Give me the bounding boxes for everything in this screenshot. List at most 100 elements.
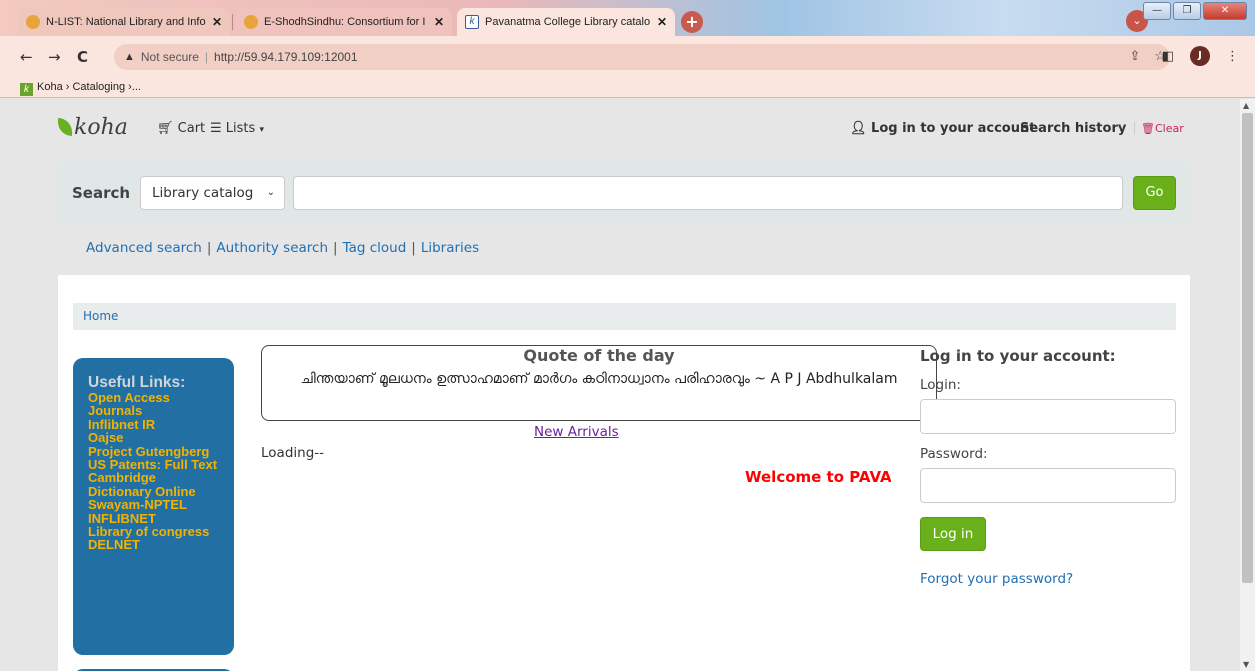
useful-link-swayam[interactable]: Swayam-NPTEL: [88, 498, 219, 512]
password-field[interactable]: [920, 468, 1176, 503]
lists-label: Lists: [225, 121, 256, 136]
useful-links-panel: Useful Links: Open Access Journals Infli…: [73, 358, 234, 655]
profile-avatar[interactable]: J: [1190, 46, 1210, 66]
cart-label: Cart: [177, 121, 206, 136]
search-input[interactable]: [293, 176, 1123, 210]
clear-history-link[interactable]: 🗑︎Clear: [1134, 122, 1184, 135]
close-tab-icon[interactable]: ✕: [212, 15, 222, 29]
eshodhsindhu-favicon-icon: [244, 15, 258, 29]
useful-link-open-access[interactable]: Open Access Journals: [88, 391, 219, 418]
omnibox[interactable]: ▲ Not secure | http://59.94.179.109:1200…: [114, 44, 1170, 70]
scroll-down-arrow-icon[interactable]: ▼: [1243, 660, 1249, 669]
koha-favicon-icon: k: [465, 15, 479, 29]
login-field[interactable]: [920, 399, 1176, 434]
welcome-marquee: Welcome to PAVA: [745, 468, 891, 486]
search-scope-value: Library catalog: [152, 185, 254, 201]
header-login-label: Log in to your account: [871, 121, 1036, 136]
side-panel-icon[interactable]: ◧: [1162, 49, 1174, 64]
tab-title: E-ShodhSindhu: Consortium for I: [264, 16, 426, 28]
browser-titlebar: N-LIST: National Library and Info ✕ E-Sh…: [0, 0, 1255, 36]
omnibox-divider: |: [204, 50, 209, 64]
close-window-icon[interactable]: ✕: [1203, 2, 1247, 20]
forgot-password-link[interactable]: Forgot your password?: [920, 571, 1176, 587]
useful-link-inflibnet-ir[interactable]: Inflibnet IR: [88, 417, 219, 431]
scroll-thumb[interactable]: [1242, 113, 1253, 583]
close-tab-icon[interactable]: ✕: [657, 15, 667, 29]
reload-icon[interactable]: C: [77, 48, 88, 66]
cart-icon: 🛒︎: [157, 121, 174, 136]
breadcrumb: Home: [73, 303, 1176, 330]
link-separator: |: [411, 240, 416, 256]
useful-link-gutenberg[interactable]: Project Gutengberg: [88, 444, 219, 458]
tab-pavanatma-active[interactable]: k Pavanatma College Library catalo ✕: [457, 8, 675, 36]
tab-title: N-LIST: National Library and Info: [46, 16, 206, 28]
opac-header: koha 🛒︎ Cart ☰ Lists ▾ 👤︎ Log in to your…: [0, 99, 1240, 159]
go-button[interactable]: Go: [1133, 176, 1176, 210]
libraries-link[interactable]: Libraries: [421, 240, 479, 256]
caret-down-icon: ▾: [259, 125, 264, 135]
useful-link-delnet[interactable]: DELNET: [88, 538, 219, 552]
tab-separator: [232, 14, 233, 30]
window-controls: — ❐ ✕: [1143, 2, 1247, 20]
loading-text: Loading--: [261, 445, 325, 461]
main-content: Home Useful Links: Open Access Journals …: [58, 275, 1190, 671]
security-status: Not secure: [140, 50, 199, 64]
tag-cloud-link[interactable]: Tag cloud: [343, 240, 407, 256]
koha-logo[interactable]: koha: [58, 115, 128, 140]
bookmark-koha[interactable]: Koha › Cataloging ›...: [37, 81, 141, 93]
tab-nlist[interactable]: N-LIST: National Library and Info ✕: [18, 8, 230, 36]
koha-bookmark-icon: k: [20, 83, 33, 96]
share-icon[interactable]: ⇪: [1129, 48, 1140, 64]
search-history-link[interactable]: Search history: [1020, 121, 1126, 136]
restore-icon[interactable]: ❐: [1173, 2, 1201, 20]
useful-link-cambridge[interactable]: Cambridge Dictionary Online: [88, 471, 219, 498]
nlist-favicon-icon: [26, 15, 40, 29]
quote-title: Quote of the day: [523, 346, 675, 365]
search-bar: Search Library catalog ⌄ Go: [58, 162, 1190, 224]
login-panel: Log in to your account: Login: Password:…: [920, 347, 1176, 587]
back-arrow-icon[interactable]: ←: [20, 48, 33, 66]
authority-search-link[interactable]: Authority search: [216, 240, 328, 256]
koha-logo-text: koha: [74, 115, 128, 140]
tab-title: Pavanatma College Library catalo: [485, 16, 651, 28]
tab-eshodhsindhu[interactable]: E-ShodhSindhu: Consortium for I ✕: [236, 8, 452, 36]
search-label: Search: [72, 184, 131, 202]
address-bar: ← → C ▲ Not secure | http://59.94.179.10…: [0, 36, 1255, 78]
new-tab-button[interactable]: +: [681, 11, 703, 33]
useful-links-title: Useful Links:: [88, 374, 186, 391]
search-sublinks: Advanced search | Authority search | Tag clo…: [86, 240, 479, 256]
useful-link-loc[interactable]: Library of congress: [88, 525, 219, 539]
useful-link-us-patents[interactable]: US Patents: Full Text: [88, 458, 219, 472]
clear-label: Clear: [1154, 122, 1184, 135]
header-login-link[interactable]: 👤︎ Log in to your account: [850, 121, 1035, 136]
bookmarks-bar: k Koha › Cataloging ›...: [0, 78, 1255, 98]
menu-kebab-icon[interactable]: ⋮: [1226, 49, 1239, 64]
useful-link-oajse[interactable]: Oajse: [88, 431, 219, 445]
trash-icon: 🗑︎: [1141, 122, 1155, 135]
list-icon: ☰: [210, 121, 222, 136]
login-panel-title: Log in to your account:: [920, 347, 1116, 365]
warning-icon: ▲: [124, 51, 135, 63]
chevron-down-icon: ⌄: [266, 187, 275, 198]
forward-arrow-icon[interactable]: →: [48, 48, 61, 66]
lists-dropdown[interactable]: ☰ Lists ▾: [210, 121, 264, 136]
login-button[interactable]: Log in: [920, 517, 986, 551]
search-scope-select[interactable]: Library catalog ⌄: [140, 176, 285, 210]
page-viewport: koha 🛒︎ Cart ☰ Lists ▾ 👤︎ Log in to your…: [0, 99, 1240, 671]
advanced-search-link[interactable]: Advanced search: [86, 240, 202, 256]
vertical-scrollbar[interactable]: ▲ ▼: [1240, 99, 1255, 671]
new-arrivals-link[interactable]: New Arrivals: [534, 424, 619, 440]
login-label: Login:: [920, 377, 961, 393]
quote-text: ചിന്തയാണ് മൂലധനം ഉത്സാഹമാണ് മാർഗം കഠിനാധ…: [300, 371, 898, 387]
link-separator: |: [206, 240, 212, 256]
url-text: http://59.94.179.109:12001: [214, 50, 358, 64]
user-icon: 👤︎: [850, 121, 867, 136]
close-tab-icon[interactable]: ✕: [434, 15, 444, 29]
minimize-icon[interactable]: —: [1143, 2, 1171, 20]
koha-leaf-icon: [58, 118, 72, 136]
cart-link[interactable]: 🛒︎ Cart: [157, 121, 205, 136]
link-separator: |: [333, 240, 338, 256]
breadcrumb-home[interactable]: Home: [83, 309, 118, 323]
useful-link-inflibnet[interactable]: INFLIBNET: [88, 511, 219, 525]
scroll-up-arrow-icon[interactable]: ▲: [1243, 101, 1249, 110]
